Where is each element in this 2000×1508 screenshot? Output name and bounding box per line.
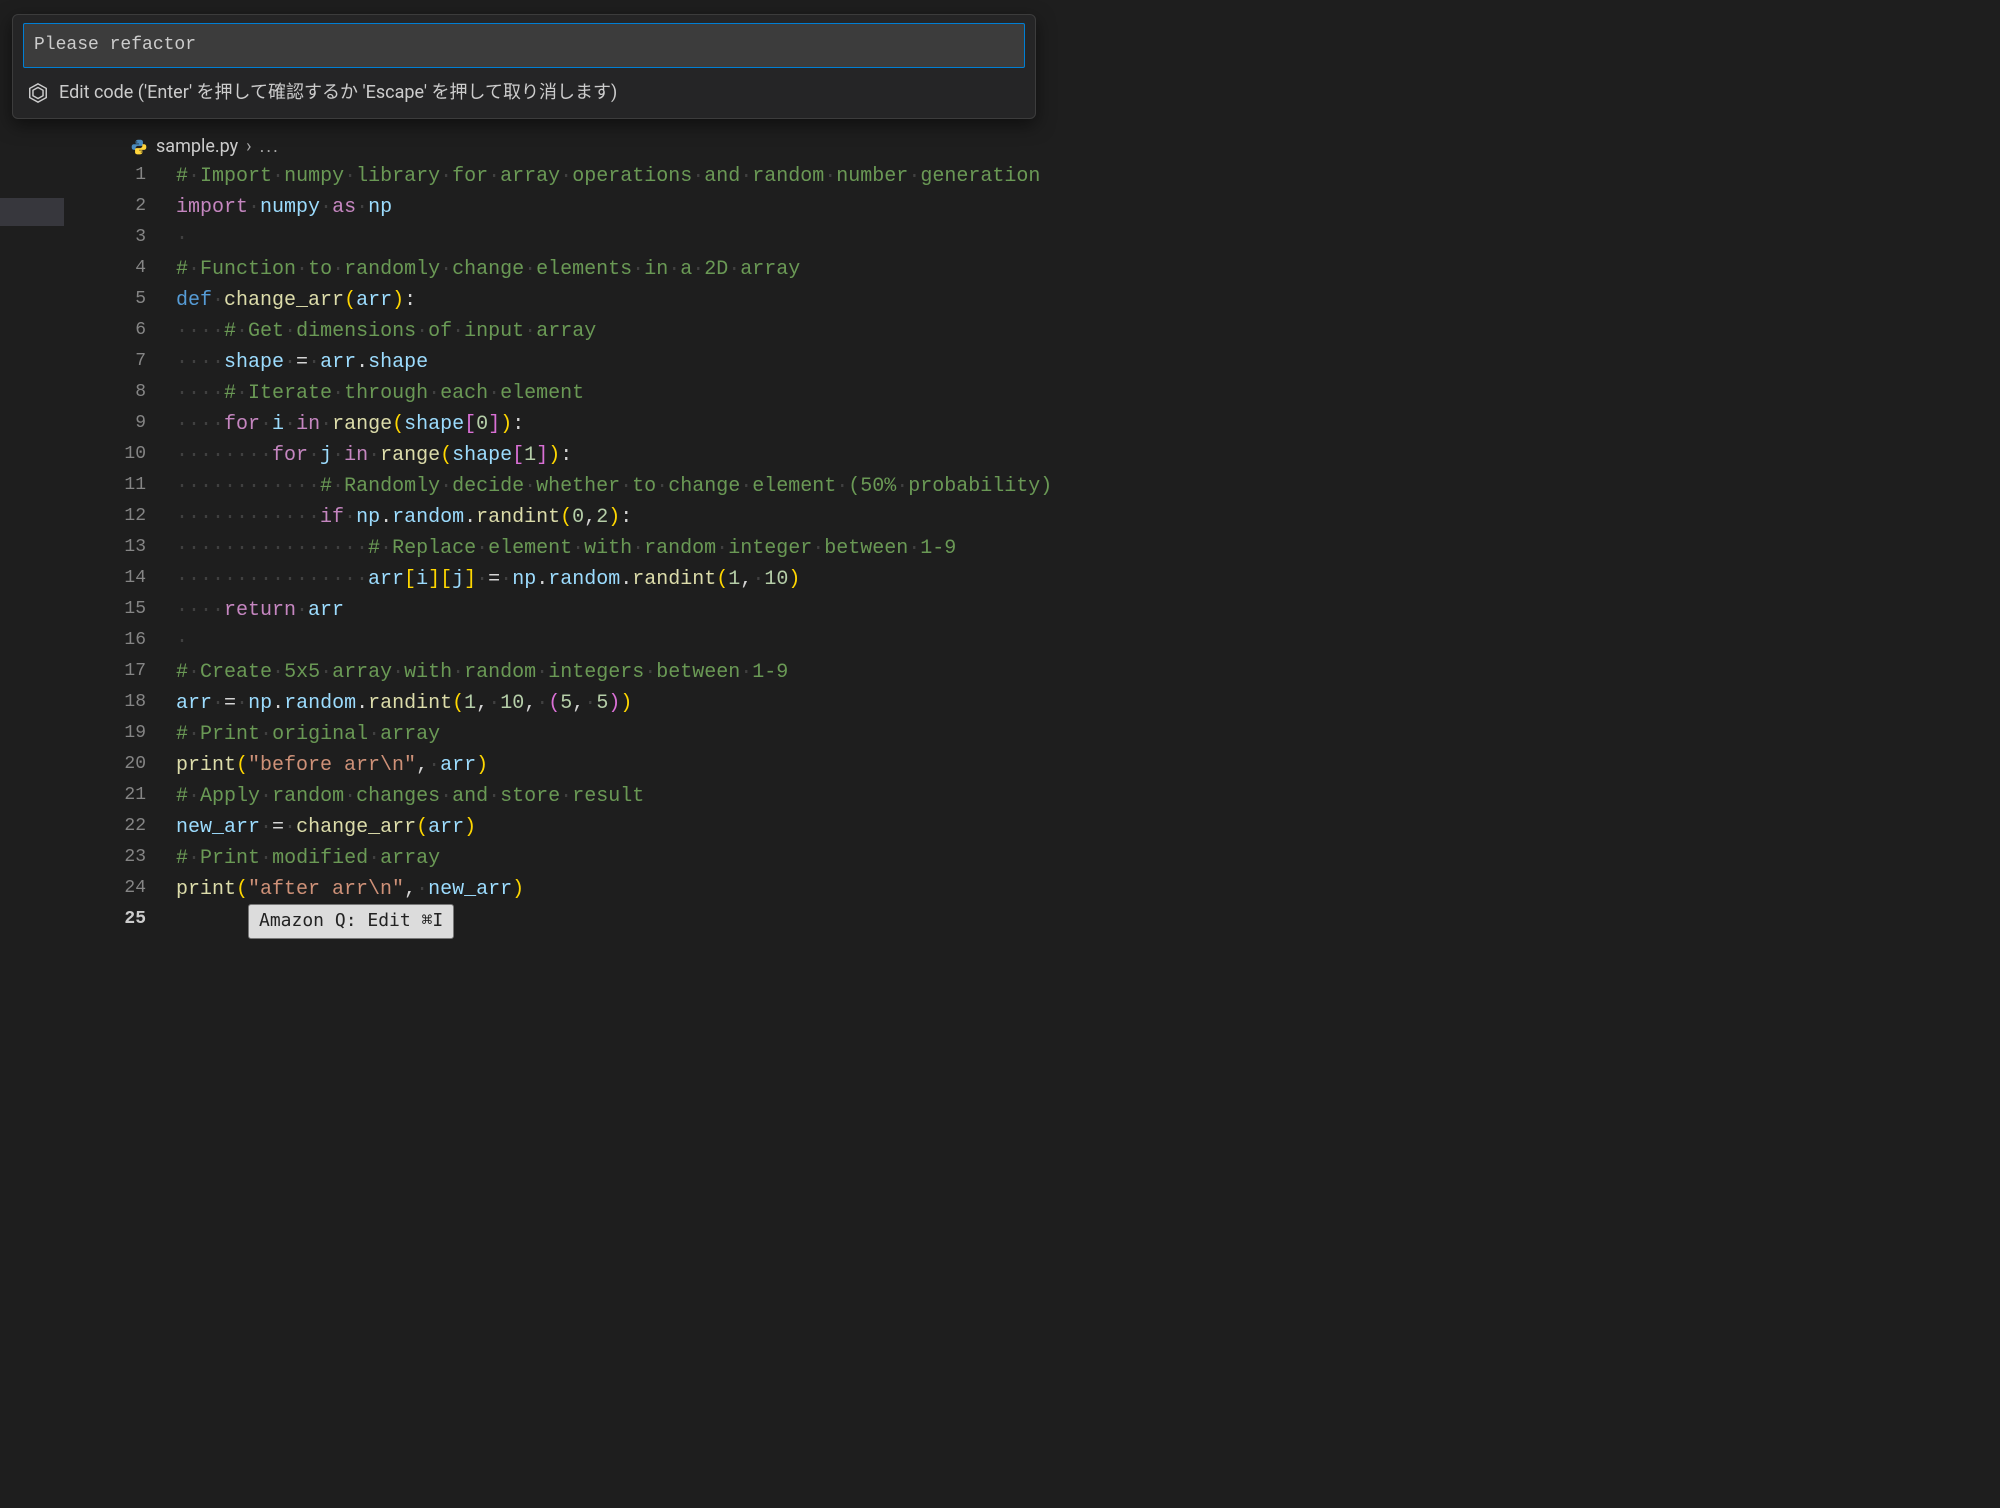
line-number: 21 [98, 780, 176, 811]
line-number: 20 [98, 749, 176, 780]
chevron-right-icon: › [246, 132, 251, 163]
code-line[interactable]: 8····#·Iterate·through·each·element [98, 377, 1266, 408]
breadcrumb-rest[interactable]: ... [260, 132, 280, 163]
code-content[interactable]: print("after arr\n",·new_arr) [176, 873, 1266, 904]
activity-bar-active-item[interactable] [0, 198, 64, 226]
code-line[interactable]: 24print("after arr\n",·new_arr) [98, 873, 1266, 904]
line-number: 2 [98, 191, 176, 222]
code-line[interactable]: 20print("before arr\n",·arr) [98, 749, 1266, 780]
code-line[interactable]: 25 Amazon Q: Edit ⌘I [98, 904, 1266, 935]
code-line[interactable]: 14················arr[i][j]·=·np.random.… [98, 563, 1266, 594]
code-content[interactable]: #·Create·5x5·array·with·random·integers·… [176, 656, 1266, 687]
line-number: 12 [98, 501, 176, 532]
code-content[interactable]: arr·=·np.random.randint(1,·10,·(5,·5)) [176, 687, 1266, 718]
code-content[interactable]: · [176, 625, 1266, 656]
code-content[interactable]: import·numpy·as·np [176, 191, 1266, 222]
amazon-q-icon [27, 82, 49, 104]
code-content[interactable]: #·Apply·random·changes·and·store·result [176, 780, 1266, 811]
line-number: 5 [98, 284, 176, 315]
code-lens[interactable]: Amazon Q: Edit ⌘I [248, 904, 454, 935]
code-content[interactable]: ················arr[i][j]·=·np.random.ra… [176, 563, 1266, 594]
line-number: 6 [98, 315, 176, 346]
line-number: 14 [98, 563, 176, 594]
code-line[interactable]: 9····for·i·in·range(shape[0]): [98, 408, 1266, 439]
line-number: 22 [98, 811, 176, 842]
line-number: 8 [98, 377, 176, 408]
code-line[interactable]: 3· [98, 222, 1266, 253]
line-number: 13 [98, 532, 176, 563]
code-content[interactable]: #·Import·numpy·library·for·array·operati… [176, 160, 1266, 191]
code-line[interactable]: 10········for·j·in·range(shape[1]): [98, 439, 1266, 470]
line-number: 18 [98, 687, 176, 718]
code-line[interactable]: 17#·Create·5x5·array·with·random·integer… [98, 656, 1266, 687]
code-line[interactable]: 6····#·Get·dimensions·of·input·array [98, 315, 1266, 346]
line-number: 24 [98, 873, 176, 904]
line-number: 16 [98, 625, 176, 656]
code-content[interactable]: print("before arr\n",·arr) [176, 749, 1266, 780]
code-lens-label[interactable]: Amazon Q: Edit ⌘I [248, 904, 454, 939]
code-line[interactable]: 16· [98, 625, 1266, 656]
code-content[interactable]: ············#·Randomly·decide·whether·to… [176, 470, 1266, 501]
code-content[interactable]: #·Function·to·randomly·change·elements·i… [176, 253, 1266, 284]
code-content[interactable]: · [176, 222, 1266, 253]
code-line[interactable]: 15····return·arr [98, 594, 1266, 625]
code-line[interactable]: 1#·Import·numpy·library·for·array·operat… [98, 160, 1266, 191]
inline-chat-dialog: Please refactor Edit code ('Enter' を押して確… [12, 14, 1036, 119]
code-content[interactable]: ····for·i·in·range(shape[0]): [176, 408, 1266, 439]
code-line[interactable]: 21#·Apply·random·changes·and·store·resul… [98, 780, 1266, 811]
line-number: 15 [98, 594, 176, 625]
line-number: 19 [98, 718, 176, 749]
code-line[interactable]: 4#·Function·to·randomly·change·elements·… [98, 253, 1266, 284]
python-file-icon [130, 132, 148, 163]
code-line[interactable]: 19#·Print·original·array [98, 718, 1266, 749]
code-content[interactable]: Amazon Q: Edit ⌘I [176, 904, 1266, 935]
code-line[interactable]: 2import·numpy·as·np [98, 191, 1266, 222]
code-line[interactable]: 23#·Print·modified·array [98, 842, 1266, 873]
code-content[interactable]: ············if·np.random.randint(0,2): [176, 501, 1266, 532]
inline-chat-help-text: Edit code ('Enter' を押して確認するか 'Escape' を押… [59, 78, 617, 109]
line-number: 10 [98, 439, 176, 470]
code-content[interactable]: def·change_arr(arr): [176, 284, 1266, 315]
breadcrumb[interactable]: sample.py › ... [130, 132, 280, 163]
code-line[interactable]: 22new_arr·=·change_arr(arr) [98, 811, 1266, 842]
code-line[interactable]: 12············if·np.random.randint(0,2): [98, 501, 1266, 532]
line-number: 9 [98, 408, 176, 439]
code-content[interactable]: ················#·Replace·element·with·r… [176, 532, 1266, 563]
line-number: 17 [98, 656, 176, 687]
code-content[interactable]: new_arr·=·change_arr(arr) [176, 811, 1266, 842]
code-content[interactable]: #·Print·modified·array [176, 842, 1266, 873]
app-root: Please refactor Edit code ('Enter' を押して確… [0, 0, 1266, 953]
line-number: 23 [98, 842, 176, 873]
line-number: 4 [98, 253, 176, 284]
breadcrumb-file[interactable]: sample.py [156, 132, 238, 163]
inline-chat-input[interactable]: Please refactor [23, 23, 1025, 68]
code-line[interactable]: 11············#·Randomly·decide·whether·… [98, 470, 1266, 501]
line-number: 7 [98, 346, 176, 377]
line-number: 1 [98, 160, 176, 191]
line-number: 3 [98, 222, 176, 253]
code-content[interactable]: ····return·arr [176, 594, 1266, 625]
code-content[interactable]: ····#·Iterate·through·each·element [176, 377, 1266, 408]
code-content[interactable]: ····shape·=·arr.shape [176, 346, 1266, 377]
code-content[interactable]: ········for·j·in·range(shape[1]): [176, 439, 1266, 470]
code-content[interactable]: ····#·Get·dimensions·of·input·array [176, 315, 1266, 346]
code-editor[interactable]: 1#·Import·numpy·library·for·array·operat… [98, 160, 1266, 953]
code-line[interactable]: 5def·change_arr(arr): [98, 284, 1266, 315]
code-line[interactable]: 7····shape·=·arr.shape [98, 346, 1266, 377]
activity-bar [0, 0, 64, 953]
code-line[interactable]: 18arr·=·np.random.randint(1,·10,·(5,·5)) [98, 687, 1266, 718]
line-number: 11 [98, 470, 176, 501]
code-content[interactable]: #·Print·original·array [176, 718, 1266, 749]
line-number: 25 [98, 904, 176, 935]
inline-chat-help: Edit code ('Enter' を押して確認するか 'Escape' を押… [17, 76, 1031, 111]
code-line[interactable]: 13················#·Replace·element·with… [98, 532, 1266, 563]
